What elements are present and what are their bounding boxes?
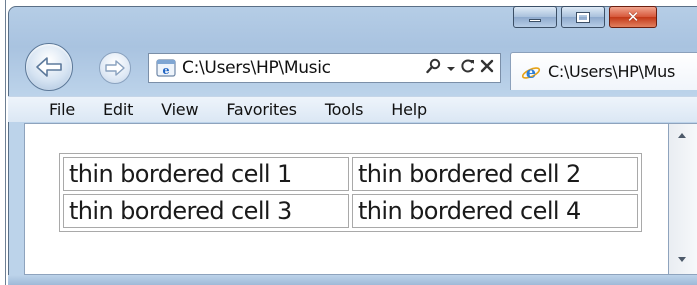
minimize-icon — [529, 18, 541, 22]
back-button[interactable] — [25, 43, 73, 91]
svg-text:e: e — [526, 63, 536, 82]
menu-favorites[interactable]: Favorites — [226, 100, 297, 119]
search-icon[interactable] — [426, 58, 442, 78]
table-cell: thin bordered cell 3 — [63, 194, 349, 228]
menu-tools[interactable]: Tools — [325, 100, 364, 119]
close-button[interactable]: ✕ — [609, 6, 657, 28]
minimize-button[interactable] — [513, 6, 557, 28]
table-row: thin bordered cell 1 thin bordered cell … — [63, 157, 638, 191]
address-bar[interactable]: e C:\Users\HP\Music — [148, 53, 501, 83]
menu-edit[interactable]: Edit — [103, 100, 133, 119]
table-cell: thin bordered cell 1 — [63, 157, 349, 191]
dropdown-icon[interactable] — [446, 59, 456, 77]
forward-arrow-icon — [105, 60, 125, 76]
table-cell: thin bordered cell 2 — [352, 157, 638, 191]
browser-tab[interactable]: e C:\Users\HP\Mus — [510, 52, 697, 90]
address-tools — [426, 58, 494, 78]
bordered-table: thin bordered cell 1 thin bordered cell … — [59, 153, 642, 232]
tab-title: C:\Users\HP\Mus — [548, 62, 676, 81]
maximize-icon — [576, 11, 590, 23]
ie-logo-icon: e — [521, 63, 541, 82]
window-bottom-frame — [8, 275, 697, 285]
scroll-up-arrow-icon[interactable] — [678, 133, 686, 138]
vertical-scrollbar[interactable] — [669, 123, 697, 275]
forward-button[interactable] — [99, 52, 131, 84]
menu-view[interactable]: View — [161, 100, 198, 119]
scroll-down-arrow-icon[interactable] — [678, 257, 686, 262]
left-window-edge — [0, 0, 8, 285]
maximize-button[interactable] — [561, 6, 605, 28]
svg-text:e: e — [163, 64, 170, 77]
back-arrow-icon — [36, 57, 62, 77]
address-input[interactable]: C:\Users\HP\Music — [182, 58, 426, 78]
table-cell: thin bordered cell 4 — [352, 194, 638, 228]
table-row: thin bordered cell 3 thin bordered cell … — [63, 194, 638, 228]
refresh-icon[interactable] — [460, 58, 476, 78]
caption-buttons: ✕ — [513, 6, 657, 28]
stop-icon[interactable] — [480, 59, 494, 77]
ie-page-icon: e — [156, 59, 176, 77]
menu-file[interactable]: File — [49, 100, 75, 119]
close-icon: ✕ — [626, 7, 640, 26]
menu-help[interactable]: Help — [391, 100, 427, 119]
menu-bar: File Edit View Favorites Tools Help — [8, 96, 697, 122]
